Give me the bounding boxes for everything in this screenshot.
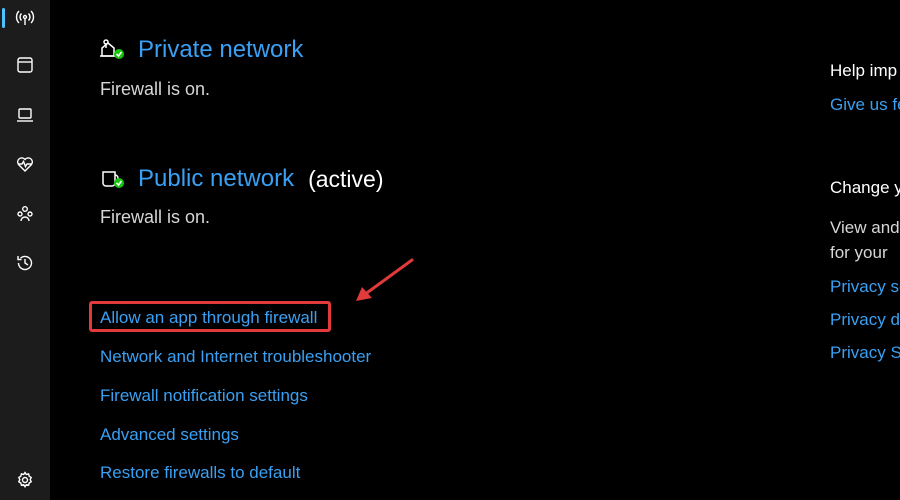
right-column: Help imp Give us fe Change y View and fo… [830,0,900,500]
privacy-settings-link[interactable]: Privacy se [830,277,900,297]
antenna-icon [15,10,35,25]
private-network-header: Private network [100,36,303,64]
gear-icon [17,471,33,488]
public-network-status: Firewall is on. [100,207,211,227]
sidebar-item-app-browser[interactable] [5,47,45,83]
sidebar [0,0,50,500]
change-heading: Change y [830,178,900,197]
sidebar-item-device-health[interactable] [5,146,45,182]
privacy-description-line-2: for your [830,243,888,262]
public-network-header: Public network (active) [100,165,383,193]
health-heart-icon [16,157,34,172]
privacy-dashboard-link[interactable]: Privacy d [830,310,900,330]
red-arrow-annotation [356,258,414,301]
notification-settings-link[interactable]: Firewall notification settings [100,386,308,406]
help-heading: Help imp [830,61,898,80]
allow-app-link[interactable]: Allow an app through firewall [100,308,317,328]
restore-defaults-link[interactable]: Restore firewalls to default [100,463,300,483]
troubleshooter-link[interactable]: Network and Internet troubleshooter [100,347,371,367]
selection-indicator [2,8,5,28]
private-network-status: Firewall is on. [100,79,211,99]
sidebar-item-settings[interactable] [5,462,45,498]
privacy-statement-link[interactable]: Privacy St [830,343,900,363]
sidebar-item-device-security[interactable] [5,97,45,133]
private-network-title[interactable]: Private network [138,36,303,64]
sidebar-item-protection-history[interactable] [5,245,45,281]
advanced-settings-link[interactable]: Advanced settings [100,425,239,445]
laptop-icon [17,108,33,122]
active-label: (active) [308,165,384,192]
sidebar-item-family-options[interactable] [5,196,45,232]
public-network-title[interactable]: Public network [138,165,294,193]
app-browser-icon [17,57,33,73]
sidebar-item-firewall-network[interactable] [2,0,45,36]
feedback-link[interactable]: Give us fe [830,95,900,115]
family-icon [17,206,33,222]
privacy-description-line-1: View and [830,218,900,237]
private-network-icon [100,39,124,59]
history-icon [17,255,33,271]
public-network-icon [102,171,124,188]
